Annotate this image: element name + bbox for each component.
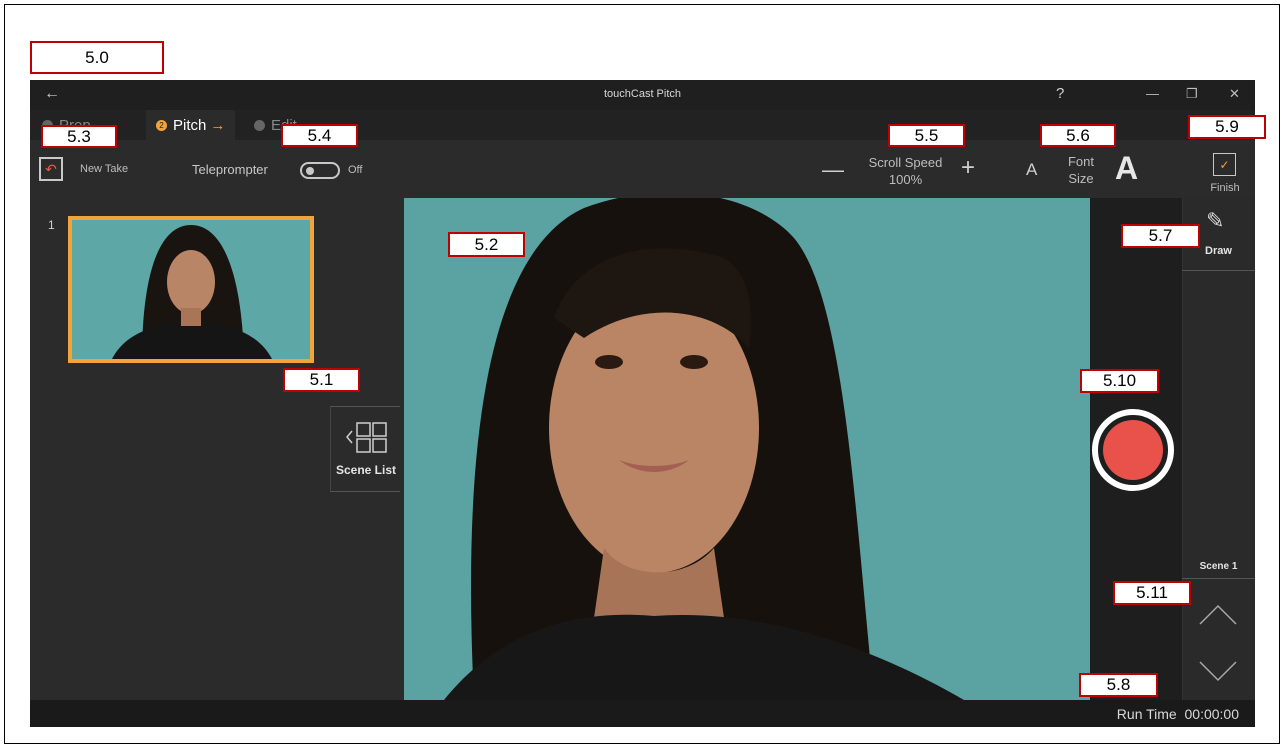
font-decrease-button[interactable]: A [1026,160,1037,180]
scroll-speed-display: Scroll Speed 100% [858,154,953,188]
run-time-display: Run Time 00:00:00 [1117,706,1239,722]
presenter-video-image [404,198,1090,700]
font-size-label-line1: Font [1067,154,1094,169]
font-increase-button[interactable]: A [1115,150,1138,187]
window-title: touchCast Pitch [603,88,682,100]
scroll-speed-value: 100% [888,172,923,187]
teleprompter-label: Teleprompter [192,162,268,177]
close-icon[interactable]: ✕ [1229,86,1240,102]
finish-checkbox-icon[interactable]: ✓ [1213,153,1236,176]
step-number-icon [254,119,265,131]
divider [1182,270,1255,271]
record-dot-icon [1103,420,1163,480]
touchcast-app-window: ← touchCast Pitch ? — ❐ ✕ Prep → 2 Pitch… [30,80,1255,727]
chevron-down-icon[interactable] [1198,656,1238,686]
step-number-icon: 2 [156,119,167,131]
title-bar: ← touchCast Pitch ? — ❐ ✕ [30,80,1255,110]
scene-number: 1 [48,218,55,232]
restore-icon[interactable]: ❐ [1186,86,1198,102]
callout-5-1: 5.1 [283,368,360,392]
divider [1182,578,1255,579]
scroll-speed-decrease-button[interactable]: — [822,157,844,183]
step-arrow: → [210,116,226,134]
toggle-knob [306,167,314,175]
step-pitch[interactable]: 2 Pitch → [146,110,236,140]
scene-list-button[interactable]: Scene List [330,406,400,492]
callout-5-9: 5.9 [1188,115,1266,139]
callout-5-7: 5.7 [1121,224,1200,248]
current-scene-label: Scene 1 [1199,561,1238,572]
callout-5-5: 5.5 [888,124,965,147]
font-size-display: Font Size [1063,153,1099,187]
callout-5-11: 5.11 [1113,581,1191,605]
toolbar: ↶ New Take Teleprompter Off — Scroll Spe… [30,140,1255,198]
status-bar: Run Time 00:00:00 [30,700,1255,727]
new-take-icon[interactable]: ↶ [39,157,63,181]
scroll-speed-label: Scroll Speed [868,155,943,170]
record-button[interactable] [1092,409,1174,491]
scene-grid-icon [346,422,387,453]
callout-5-2: 5.2 [448,232,525,257]
teleprompter-toggle[interactable] [300,162,340,179]
scroll-speed-increase-button[interactable]: + [961,154,975,182]
callout-5-6: 5.6 [1040,124,1116,147]
step-label: Pitch [173,116,207,134]
minimize-icon[interactable]: — [1146,86,1159,101]
callout-5-10: 5.10 [1080,369,1159,393]
run-time-value: 00:00:00 [1184,706,1240,722]
help-button[interactable]: ? [1056,85,1064,102]
scene-thumbnail[interactable] [68,216,314,363]
teleprompter-state: Off [348,164,363,176]
callout-5-3: 5.3 [41,125,117,148]
new-take-label[interactable]: New Take [80,163,128,175]
camera-preview [404,198,1090,700]
thumbnail-presenter-image [72,220,310,359]
scene-list-label: Scene List [335,463,397,477]
callout-5-4: 5.4 [281,124,358,147]
callout-5-0: 5.0 [30,41,164,74]
callout-5-8: 5.8 [1079,673,1158,697]
run-time-label: Run Time [1116,706,1177,722]
finish-label[interactable]: Finish [1196,182,1254,194]
pencil-icon[interactable]: ✎ [1206,208,1224,234]
chevron-up-icon[interactable] [1198,600,1238,630]
font-size-label-line2: Size [1068,171,1094,186]
